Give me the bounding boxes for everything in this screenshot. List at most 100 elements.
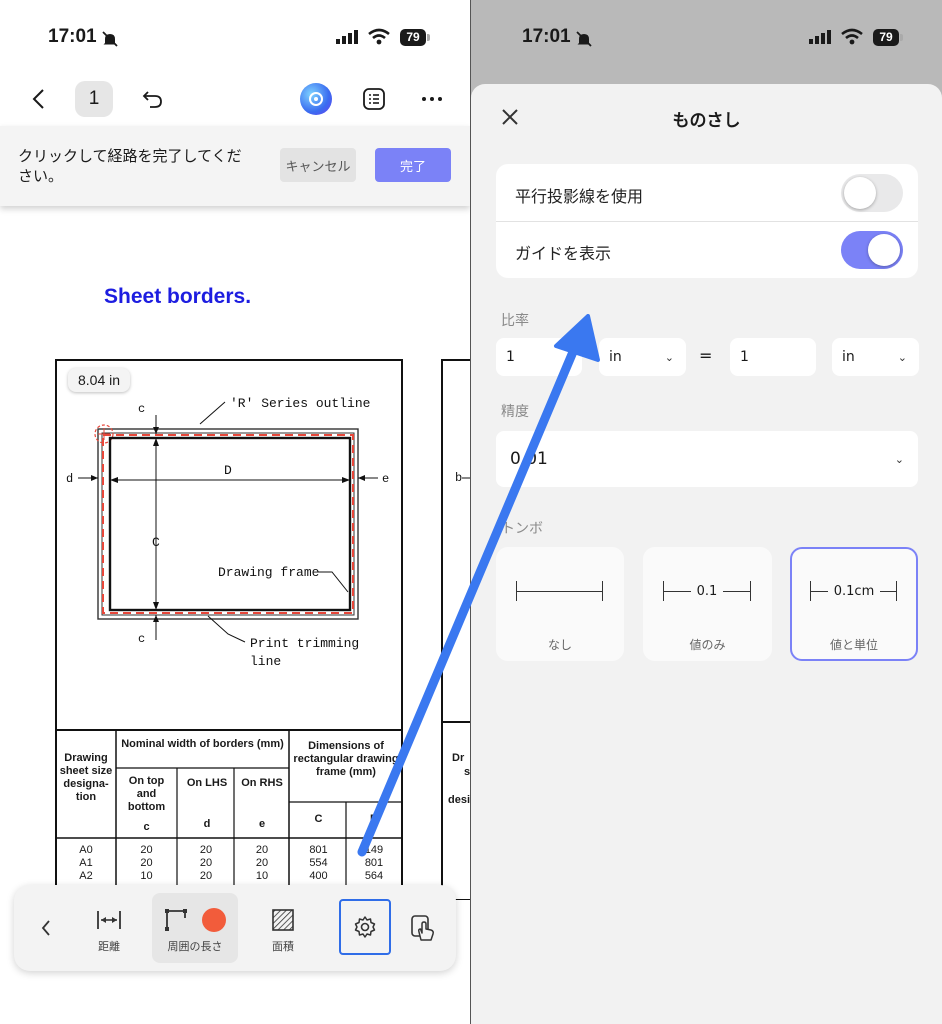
perimeter-icon — [165, 909, 187, 931]
wifi-icon — [841, 28, 863, 45]
style-value-card[interactable]: 0.1 値のみ — [643, 547, 772, 661]
table-cell-C: 554 — [309, 857, 328, 869]
dim-tick-right — [896, 581, 897, 601]
table-header-d: d — [203, 818, 211, 830]
battery-indicator: 79 — [400, 29, 430, 46]
table-cell-size: A2 — [79, 870, 93, 882]
parallel-lines-label: 平行投影線を使用 — [515, 187, 644, 206]
ratio-right-unit-value: in — [842, 349, 855, 365]
hand-pointer-icon — [411, 915, 434, 941]
table-header-top-bottom: On top and bottom — [127, 775, 166, 813]
style-value-label: 値のみ — [689, 638, 726, 652]
table-header-designation: Drawing sheet size designa-tion — [59, 752, 113, 803]
distance-label: 距離 — [98, 940, 120, 953]
print-trimming-label: Print trimming — [250, 636, 359, 651]
sheet-title: ものさし — [672, 111, 741, 131]
table-cell-C: 801 — [309, 844, 328, 856]
table-cell-size: A1 — [79, 857, 93, 869]
table-cell-C: 400 — [309, 870, 328, 882]
undo-button[interactable] — [138, 84, 168, 114]
outline-button[interactable] — [360, 85, 388, 113]
drawing-frame-label: Drawing frame — [218, 565, 319, 580]
dim-C-label: C — [152, 535, 160, 550]
table-cell-size: A0 — [79, 844, 93, 856]
table-header-e: e — [258, 818, 266, 830]
style-value-unit-card[interactable]: 0.1cm 値と単位 — [790, 547, 918, 661]
area-tool[interactable]: 面積 — [258, 908, 308, 954]
table-cell-d: 20 — [199, 844, 213, 856]
ratio-section-label: 比率 — [501, 313, 529, 329]
signal-icon — [336, 30, 358, 44]
style-value-sample: 0.1 — [696, 584, 718, 599]
table-cell-c: 20 — [140, 844, 153, 856]
r-series-label: 'R' Series outline — [230, 396, 370, 411]
table-header-borders: Nominal width of borders (mm) — [121, 738, 284, 750]
table-header-rhs: On RHS — [241, 777, 283, 789]
table-header-D: D — [370, 813, 378, 825]
distance-icon — [97, 911, 121, 929]
ai-logo-icon — [309, 92, 323, 106]
parallel-lines-toggle[interactable] — [841, 174, 903, 212]
side-table-fragment-1: Dr — [452, 752, 465, 764]
table-header-C: C — [314, 813, 323, 825]
status-time: 17:01 — [48, 26, 97, 47]
dim-line-left — [811, 591, 828, 592]
chevron-down-icon: ⌄ — [894, 452, 904, 466]
ratio-left-input[interactable]: 1 — [496, 338, 582, 376]
dim-tick-right — [750, 581, 751, 601]
perimeter-label: 周囲の長さ — [167, 940, 223, 953]
table-header-c: c — [143, 821, 150, 833]
table-cell-d: 20 — [199, 857, 213, 869]
cancel-button[interactable]: キャンセル — [280, 148, 356, 182]
dim-d-label: d — [66, 472, 73, 486]
distance-tool[interactable]: 距離 — [84, 908, 134, 954]
ai-assistant-button[interactable] — [300, 83, 332, 115]
toolbar-collapse-button[interactable] — [34, 916, 58, 940]
area-label: 面積 — [272, 940, 294, 953]
side-table-fragment-3: desi — [448, 794, 470, 806]
color-swatch[interactable] — [202, 908, 226, 932]
done-button[interactable]: 完了 — [375, 148, 451, 182]
status-time: 17:01 — [522, 26, 571, 47]
more-button[interactable] — [418, 85, 446, 113]
prompt-text: クリックして経路を完了してください。 — [18, 147, 242, 185]
show-guide-label: ガイドを表示 — [515, 244, 612, 263]
table-cell-d: 20 — [199, 870, 213, 882]
dim-line — [517, 591, 602, 592]
wifi-icon — [368, 28, 390, 45]
back-button[interactable] — [24, 84, 54, 114]
group-divider — [496, 221, 918, 222]
chevron-left-icon — [41, 920, 50, 936]
tombo-section-label: トンボ — [501, 521, 543, 537]
dim-tick-right — [602, 581, 603, 601]
ratio-left-unit-value: in — [609, 349, 622, 365]
ratio-right-unit-select[interactable]: in ⌄ — [832, 338, 919, 376]
measurement-badge: 8.04 in — [68, 368, 131, 392]
dim-b-label: b — [455, 471, 462, 485]
perimeter-tool[interactable]: 周囲の長さ — [152, 908, 238, 954]
dim-c-bottom-label: c — [138, 632, 145, 646]
style-none-card[interactable]: なし — [496, 547, 624, 661]
dim-line-right — [723, 591, 750, 592]
document-heading: Sheet borders. — [104, 285, 252, 308]
table-cell-D: 801 — [364, 857, 384, 869]
table-header-dimensions: Dimensions of rectangular drawing frame … — [293, 740, 399, 778]
right-screen: 17:01 79 ものさし 平行投影線を使用 ガイドを表示 比率 1 in ⌄ … — [471, 0, 942, 1024]
table-cell-D: 564 — [364, 870, 384, 882]
precision-select[interactable]: 0.01 ⌄ — [496, 431, 918, 487]
dim-c-top-label: c — [138, 402, 145, 416]
dim-D-label: D — [224, 463, 232, 478]
chevron-left-icon — [32, 89, 44, 109]
list-icon — [363, 88, 385, 110]
ratio-left-unit-select[interactable]: in ⌄ — [599, 338, 686, 376]
table-cell-e: 10 — [255, 870, 269, 882]
ratio-right-input[interactable]: 1 — [730, 338, 816, 376]
chevron-down-icon: ⌄ — [897, 350, 907, 364]
touch-mode-button[interactable] — [408, 912, 438, 944]
battery-indicator: 79 — [873, 29, 903, 46]
page-number-button[interactable]: 1 — [75, 81, 113, 117]
settings-button[interactable] — [339, 899, 391, 955]
show-guide-toggle[interactable] — [841, 231, 903, 269]
area-icon — [272, 909, 294, 931]
table-cell-c: 20 — [140, 857, 153, 869]
